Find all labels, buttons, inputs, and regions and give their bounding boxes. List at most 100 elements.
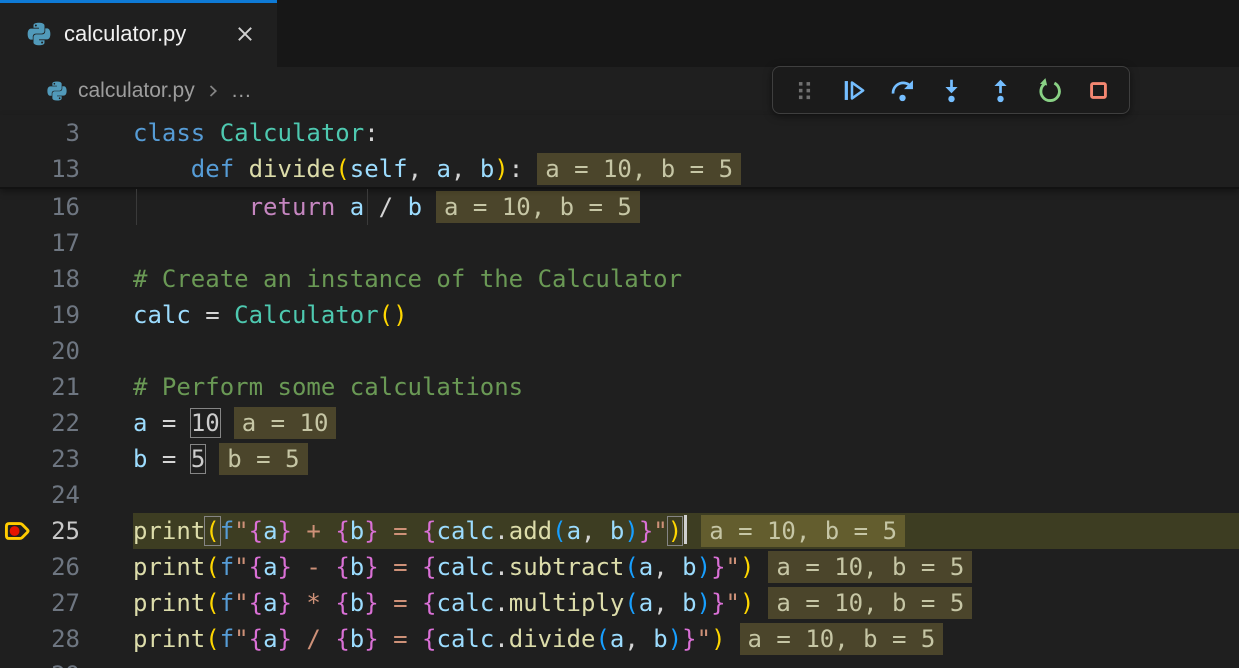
code-line[interactable]: 28print(f"{a} / {b} = {calc.divide(a, b)… — [0, 621, 1239, 657]
code-editor[interactable]: 3 class Calculator:13 def divide(self, a,… — [0, 115, 1239, 668]
code-line[interactable]: 13 def divide(self, a, b):a = 10, b = 5 — [0, 151, 1239, 187]
code-text: print(f"{a} - {b} = {calc.subtract(a, b)… — [133, 549, 1239, 585]
code-token: " — [234, 589, 248, 617]
code-token: . — [494, 589, 508, 617]
code-token: " — [234, 553, 248, 581]
breadcrumb-symbol-ellipsis[interactable]: … — [231, 79, 252, 103]
chevron-right-icon — [203, 81, 223, 101]
code-line[interactable]: 25print(f"{a} + {b} = {calc.add(a, b)}")… — [0, 513, 1239, 549]
editor-gutter[interactable]: 19 — [0, 297, 133, 333]
code-line[interactable]: 21# Perform some calculations — [0, 369, 1239, 405]
sticky-scroll: 3 class Calculator:13 def divide(self, a,… — [0, 115, 1239, 189]
code-line[interactable]: 22a = 10a = 10 — [0, 405, 1239, 441]
debug-stop-icon[interactable] — [1082, 73, 1114, 107]
debug-continue-icon[interactable] — [837, 73, 869, 107]
editor-gutter[interactable]: 17 — [0, 225, 133, 261]
line-number: 28 — [51, 621, 80, 657]
code-token: { — [335, 517, 349, 545]
code-text: class Calculator: — [133, 115, 1239, 151]
code-token: { — [335, 589, 349, 617]
code-token: Calculator — [220, 119, 365, 147]
code-token: b — [480, 155, 494, 183]
tab-close-icon[interactable] — [231, 20, 259, 48]
code-token: ( — [205, 589, 219, 617]
editor-gutter[interactable]: 23 — [0, 441, 133, 477]
editor-gutter[interactable]: 13 — [0, 151, 133, 187]
editor-gutter[interactable]: 22 — [0, 405, 133, 441]
code-line[interactable]: 3 class Calculator: — [0, 115, 1239, 151]
toolbar-gripper-handle[interactable] — [788, 73, 820, 107]
code-token: ) — [740, 553, 754, 581]
code-line[interactable]: 29 — [0, 657, 1239, 668]
code-token — [147, 409, 161, 437]
editor-gutter[interactable]: 27 — [0, 585, 133, 621]
code-token: " — [726, 589, 740, 617]
editor-gutter[interactable]: 3 — [0, 115, 133, 151]
code-text: b = 5b = 5 — [133, 441, 1239, 477]
code-token — [220, 301, 234, 329]
code-token — [668, 589, 682, 617]
code-line[interactable]: 27print(f"{a} * {b} = {calc.multiply(a, … — [0, 585, 1239, 621]
code-token: ) — [494, 155, 508, 183]
code-token: } — [711, 589, 725, 617]
code-line[interactable]: 24 — [0, 477, 1239, 513]
debug-inline-value: a = 10, b = 5 — [768, 587, 972, 619]
code-token — [147, 445, 161, 473]
editor-gutter[interactable]: 26 — [0, 549, 133, 585]
code-text — [133, 333, 1239, 369]
code-token: b — [350, 553, 364, 581]
debug-restart-icon[interactable] — [1033, 73, 1065, 107]
code-line[interactable]: 23b = 5b = 5 — [0, 441, 1239, 477]
tab-bar: calculator.py — [0, 0, 1239, 67]
line-number: 20 — [51, 333, 80, 369]
code-token: ( — [552, 517, 566, 545]
code-token: a — [263, 553, 277, 581]
code-token: { — [422, 553, 436, 581]
editor-gutter[interactable]: 25 — [0, 513, 133, 549]
tab-calculator-py[interactable]: calculator.py — [0, 0, 277, 67]
editor-gutter[interactable]: 16 — [0, 189, 133, 225]
debug-step-into-icon[interactable] — [935, 73, 967, 107]
code-token: { — [249, 625, 263, 653]
code-token: } — [364, 517, 378, 545]
code-token: = — [379, 625, 422, 653]
code-token: b — [610, 517, 624, 545]
line-number: 3 — [66, 115, 80, 151]
code-token: add — [509, 517, 552, 545]
editor-gutter[interactable]: 18 — [0, 261, 133, 297]
code-token: print — [133, 517, 205, 545]
code-token — [191, 301, 205, 329]
debug-step-over-icon[interactable] — [886, 73, 918, 107]
editor-gutter[interactable]: 28 — [0, 621, 133, 657]
code-token: = — [379, 589, 422, 617]
code-token: } — [364, 589, 378, 617]
code-line[interactable]: 26print(f"{a} - {b} = {calc.subtract(a, … — [0, 549, 1239, 585]
code-line[interactable]: 18# Create an instance of the Calculator — [0, 261, 1239, 297]
text-cursor — [684, 515, 687, 544]
editor-gutter[interactable]: 24 — [0, 477, 133, 513]
code-token: = — [379, 553, 422, 581]
line-number: 29 — [51, 657, 80, 668]
debug-step-out-icon[interactable] — [984, 73, 1016, 107]
code-token: { — [422, 517, 436, 545]
code-line[interactable]: 19calc = Calculator() — [0, 297, 1239, 333]
editor-gutter[interactable]: 20 — [0, 333, 133, 369]
code-token — [176, 445, 190, 473]
debug-inline-value: a = 10, b = 5 — [701, 515, 905, 547]
code-line[interactable]: 20 — [0, 333, 1239, 369]
code-line[interactable]: 17 — [0, 225, 1239, 261]
code-line[interactable]: 16 return a / ba = 10, b = 5 — [0, 189, 1239, 225]
code-token — [205, 119, 219, 147]
breadcrumb-file[interactable]: calculator.py — [78, 79, 195, 103]
code-token: return — [249, 193, 336, 221]
code-token: subtract — [509, 553, 625, 581]
editor-gutter[interactable]: 21 — [0, 369, 133, 405]
code-token: a — [263, 625, 277, 653]
code-token: ( — [624, 589, 638, 617]
code-token: ) — [697, 589, 711, 617]
code-text — [133, 225, 1239, 261]
code-token: a — [436, 155, 450, 183]
code-text: a = 10a = 10 — [133, 405, 1239, 441]
code-token — [668, 553, 682, 581]
editor-gutter[interactable]: 29 — [0, 657, 133, 668]
